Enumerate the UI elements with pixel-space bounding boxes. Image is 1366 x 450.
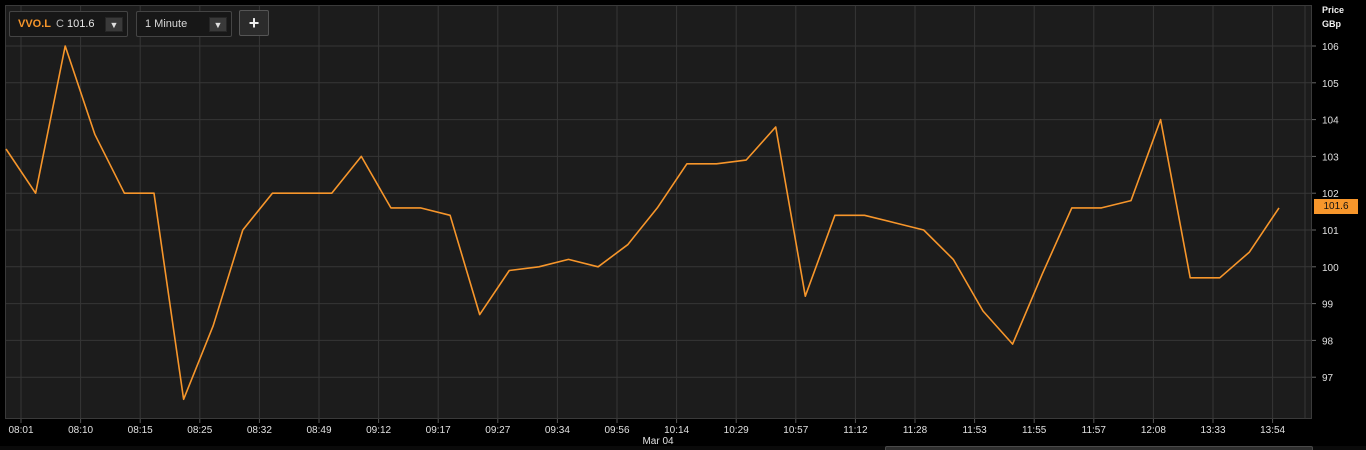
x-tick-label: 11:57 [1082,425,1107,436]
data-point [478,313,482,317]
y-tick-label: 97 [1322,373,1334,384]
data-point [182,397,186,401]
close-label: C [56,18,64,30]
data-point [152,191,156,195]
x-tick-label: 11:53 [962,425,987,436]
data-point [566,257,570,261]
x-tick-label: 08:25 [187,425,212,436]
data-point [951,257,955,261]
data-point [93,132,97,136]
x-tick-label: 13:33 [1200,425,1225,436]
data-point [330,191,334,195]
data-point [122,191,126,195]
data-point [34,191,38,195]
interval-selector[interactable]: 1 Minute ▼ [136,11,232,37]
data-point [507,268,511,272]
data-point [241,228,245,232]
data-point [803,294,807,298]
y-tick-label: 106 [1322,42,1339,53]
data-point [448,213,452,217]
data-point [981,309,985,313]
data-point [418,206,422,210]
data-point [1129,199,1133,203]
data-point [270,191,274,195]
currency-label: GBp [1322,19,1341,29]
y-tick-label: 98 [1322,336,1334,347]
data-point [1277,206,1281,210]
y-tick-label: 100 [1322,263,1339,274]
data-point [4,147,8,151]
x-tick-label: 08:01 [8,425,33,436]
y-tick-label: 104 [1322,116,1339,127]
data-point [1040,272,1044,276]
x-tick-label: 09:17 [426,425,451,436]
x-tick-label: 13:54 [1260,425,1285,436]
x-tick-label: 08:32 [247,425,272,436]
x-tick-label: 08:49 [306,425,331,436]
x-tick-label: 10:29 [724,425,749,436]
chevron-down-icon[interactable]: ▼ [209,17,227,32]
plus-icon: + [248,12,260,33]
x-tick-label: 11:28 [903,425,928,436]
x-tick-label: 08:15 [128,425,153,436]
chart-widget: 08:01 08:10 08:15 08:25 08:32 08:49 09:12 09:17… [0,0,1366,450]
data-point [655,206,659,210]
close-value: 101.6 [66,18,95,30]
price-axis-title: Price [1322,5,1345,15]
data-point [863,213,867,217]
data-point [922,228,926,232]
x-tick-label: 10:14 [664,425,689,436]
x-tick-label: 11:12 [843,425,868,436]
data-point [1070,206,1074,210]
add-button[interactable]: + [239,10,269,36]
symbol-selector[interactable]: VVO.L C 101.6 ▼ [9,11,128,37]
data-point [1011,342,1015,346]
data-point [892,221,896,225]
data-point [1218,276,1222,280]
x-tick-label: 12:08 [1141,425,1166,436]
data-point [389,206,393,210]
chevron-down-icon[interactable]: ▼ [105,17,123,32]
data-point [63,44,67,48]
data-point [300,191,304,195]
data-point [211,324,215,328]
data-point [715,162,719,166]
data-point [744,158,748,162]
data-point [1099,206,1103,210]
y-tick-label: 101 [1322,226,1339,237]
x-tick-label: 09:12 [366,425,391,436]
data-point [537,265,541,269]
x-tick-label: 10:57 [783,425,808,436]
data-point [1188,276,1192,280]
data-point [1247,250,1251,254]
x-tick-label: 09:34 [545,425,570,436]
x-tick-label: 11:55 [1022,425,1047,436]
data-point [685,162,689,166]
data-point [596,265,600,269]
last-price-badge: 101.6 [1314,199,1358,214]
y-tick-label: 105 [1322,79,1339,90]
x-tick-label: 09:27 [485,425,510,436]
data-point [774,125,778,129]
interval-label: 1 Minute [145,18,188,30]
data-point [359,154,363,158]
x-tick-label: 08:10 [68,425,93,436]
y-tick-label: 99 [1322,300,1334,311]
scrollbar-thumb[interactable] [885,446,1313,450]
y-tick-label: 103 [1322,152,1339,163]
data-point [626,243,630,247]
x-tick-label: 09:56 [604,425,629,436]
data-point [833,213,837,217]
symbol-label: VVO.L [18,18,52,30]
data-point [1159,118,1163,122]
price-chart[interactable]: 08:01 08:10 08:15 08:25 08:32 08:49 09:12 09:17… [0,0,1366,450]
